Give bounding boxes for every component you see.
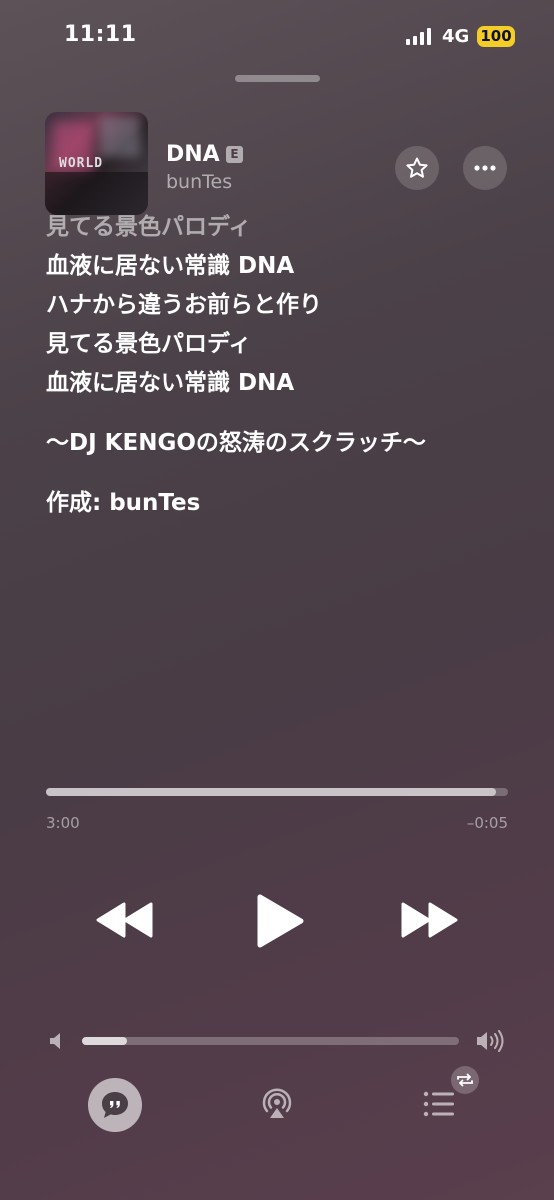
battery-icon: 100 [477,26,515,47]
volume-low-icon [48,1032,64,1054]
favorite-button[interactable] [395,146,439,190]
repeat-icon [457,1073,473,1087]
volume-high-icon [476,1029,506,1057]
volume-fill [82,1037,128,1045]
lyric-line[interactable]: 血液に居ない常識 DNA [46,247,526,286]
quote-bubble-icon [102,1092,128,1118]
remaining-time: –0:05 [466,814,508,832]
network-type: 4G [442,26,470,47]
sheet-grabber[interactable] [235,75,320,82]
rewind-button[interactable] [96,898,154,946]
list-icon [423,1091,454,1117]
track-artist[interactable]: bunTes [166,171,232,193]
star-icon [406,157,428,178]
explicit-badge: E [226,146,243,163]
playback-scrubber[interactable] [46,788,508,796]
volume-slider[interactable] [82,1037,459,1045]
scrubber-fill [46,788,496,796]
track-title[interactable]: DNA [166,142,220,167]
queue-button[interactable] [422,1090,456,1122]
artwork-text: WORLD [59,156,104,171]
more-options-button[interactable] [463,146,507,190]
fast-forward-button[interactable] [400,898,458,946]
lyric-line[interactable]: 見てる景色パロディ [46,325,526,364]
lyric-line[interactable]: 見てる景色パロディ [46,208,526,247]
airplay-icon [262,1088,292,1118]
airplay-button[interactable] [259,1086,295,1126]
rewind-icon [96,902,153,938]
repeat-indicator [451,1066,479,1094]
lyric-line[interactable]: ハナから違うお前らと作り [46,286,526,325]
lyric-line[interactable]: 〜DJ KENGOの怒涛のスクラッチ〜 [46,424,526,463]
lyrics-credit: 作成: bunTes [46,490,201,516]
play-icon [257,894,304,948]
cellular-signal-icon [406,27,434,45]
elapsed-time: 3:00 [46,814,80,832]
lyrics-button[interactable] [88,1078,142,1132]
play-button[interactable] [255,893,305,953]
ellipsis-icon [474,165,496,171]
lyric-line[interactable]: 血液に居ない常識 DNA [46,364,526,403]
status-time: 11:11 [64,22,137,47]
fast-forward-icon [401,902,458,938]
lyrics-panel[interactable]: 見てる景色パロディ 血液に居ない常識 DNA ハナから違うお前らと作り 見てる景… [46,208,526,523]
album-artwork[interactable]: WORLD [45,112,148,215]
